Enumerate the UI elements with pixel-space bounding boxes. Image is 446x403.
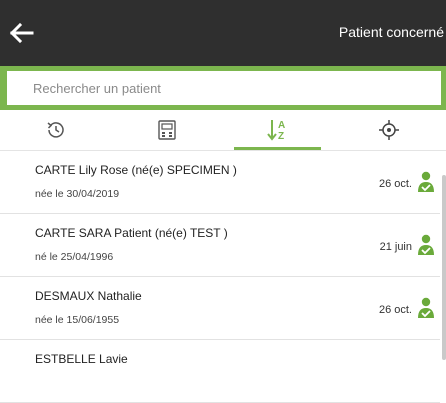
last-visit-date: 26 oct.: [378, 178, 412, 190]
patient-name: CARTE SARA Patient (né(e) TEST ): [35, 226, 228, 240]
patient-name: DESMAUX Nathalie: [35, 289, 142, 303]
list-item[interactable]: ESTBELLE Lavie: [0, 340, 440, 403]
tab-bar: A Z: [0, 110, 446, 151]
calendar-icon: [157, 120, 176, 140]
patient-name: ESTBELLE Lavie: [35, 352, 128, 366]
person-check-icon: [418, 171, 434, 192]
svg-text:Z: Z: [278, 131, 284, 142]
patient-name: CARTE Lily Rose (né(e) SPECIMEN ): [35, 163, 237, 177]
tab-alphabetical[interactable]: A Z: [222, 110, 333, 150]
last-visit-date: 26 oct.: [378, 304, 412, 316]
last-visit-date: 21 juin: [379, 241, 412, 253]
sort-alpha-icon: A Z: [266, 120, 285, 142]
tab-calendar[interactable]: [111, 110, 222, 150]
person-check-icon: [418, 234, 434, 255]
patient-birthdate: née le 30/04/2019: [35, 188, 120, 200]
person-check-icon: [418, 297, 434, 318]
history-icon: [47, 122, 64, 138]
svg-text:A: A: [278, 120, 285, 131]
locate-icon: [378, 120, 399, 140]
tab-history[interactable]: [0, 110, 111, 150]
search-bar: [0, 66, 446, 110]
search-input[interactable]: [7, 71, 441, 105]
patient-birthdate: né le 25/04/1996: [35, 251, 114, 263]
back-arrow-icon[interactable]: [10, 23, 34, 43]
list-item[interactable]: CARTE Lily Rose (né(e) SPECIMEN ) née le…: [0, 151, 440, 214]
tab-locate[interactable]: [333, 110, 444, 150]
patient-list: CARTE Lily Rose (né(e) SPECIMEN ) née le…: [0, 151, 440, 403]
app-bar: Patient concerné: [0, 0, 446, 66]
patient-birthdate: née le 15/06/1955: [35, 314, 120, 326]
scrollbar[interactable]: [442, 175, 446, 360]
page-title: Patient concerné: [338, 24, 444, 40]
list-item[interactable]: CARTE SARA Patient (né(e) TEST ) né le 2…: [0, 214, 440, 277]
list-item[interactable]: DESMAUX Nathalie née le 15/06/1955 26 oc…: [0, 277, 440, 340]
